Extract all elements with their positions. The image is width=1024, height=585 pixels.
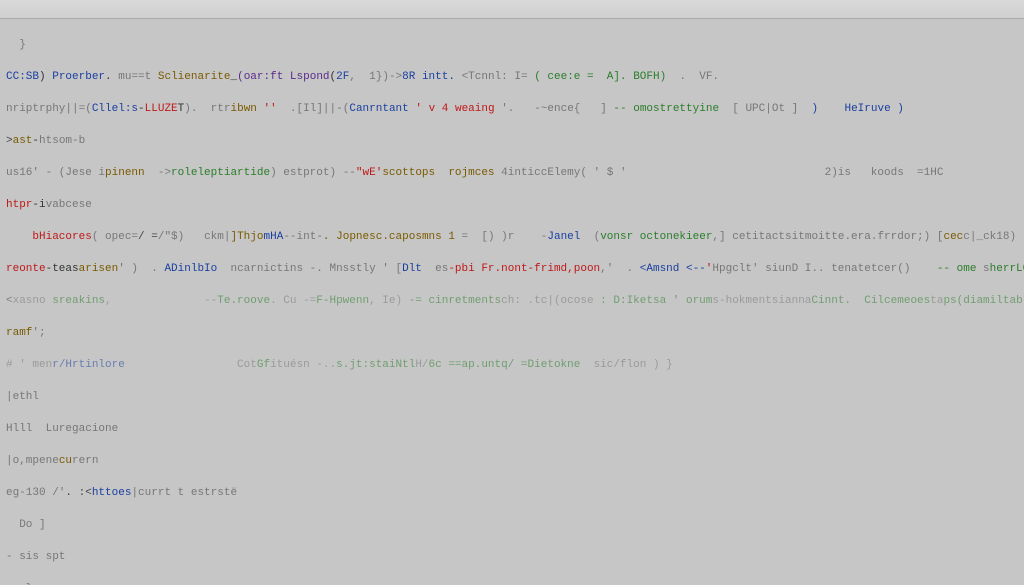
code-line: CC:SB) Proerber. mu==t Sclienarite_(oar:…: [6, 69, 1020, 85]
code-line: # ' menr/Hrtinlore CotGfituésn -..s.jt:s…: [6, 357, 1020, 373]
code-line: - sis spt: [6, 549, 1020, 565]
code-line: Do ]: [6, 517, 1020, 533]
code-line: us16' - (Jese ipinenn ->roleleptiartide)…: [6, 165, 1020, 181]
code-line: }: [6, 37, 1020, 53]
code-line: nriptrphy||=(Cllel:s-LLUZET). rtribwn ''…: [6, 101, 1020, 117]
code-line: |ethl: [6, 389, 1020, 405]
code-line: <xasno sreakins, --Te.roove. Cu -=F-Hpwe…: [6, 293, 1020, 309]
code-line: ramf';: [6, 325, 1020, 341]
code-line: htpr-ivabcese: [6, 197, 1020, 213]
window-titlebar: [0, 0, 1024, 19]
code-line: bHiacores( opec=/ =/"$) ckm|]ThjomHA--in…: [6, 229, 1020, 245]
code-line: >ast-htsom-b: [6, 133, 1020, 149]
code-line: ; }: [6, 581, 1020, 585]
code-line: reonte-teasarisen' ) . ADinlbIo ncarnict…: [6, 261, 1020, 277]
code-editor[interactable]: } CC:SB) Proerber. mu==t Sclienarite_(oa…: [0, 19, 1024, 585]
code-line: eg-130 /'. :<httoes|currt t estrstë: [6, 485, 1020, 501]
code-line: |o,mpenecurern: [6, 453, 1020, 469]
code-line: Hlll Luregacione: [6, 421, 1020, 437]
